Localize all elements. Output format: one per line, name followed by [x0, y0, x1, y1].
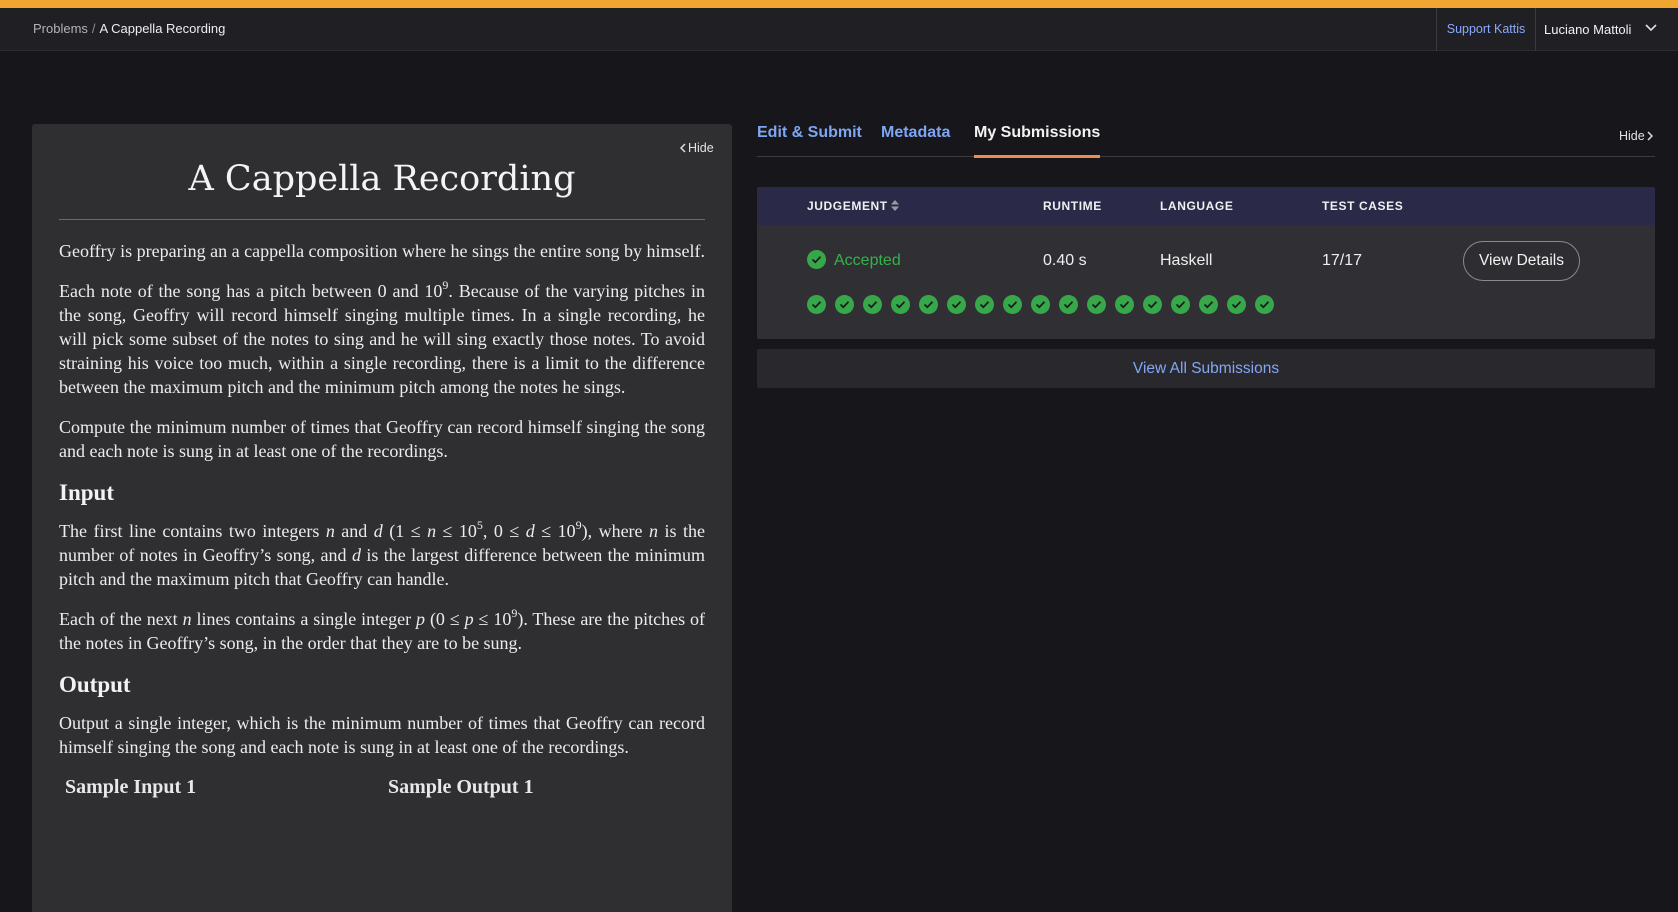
- input-heading: Input: [59, 480, 114, 505]
- check-circle-icon: [1031, 295, 1050, 314]
- chevron-left-icon: [679, 143, 686, 153]
- test-cases-column-header: TEST CASES: [1322, 199, 1404, 213]
- output-heading: Output: [59, 672, 131, 697]
- runtime-column-header: RUNTIME: [1043, 199, 1102, 213]
- check-circle-icon: [1087, 295, 1106, 314]
- check-circle-icon: [975, 295, 994, 314]
- problem-statement-panel: Hide A Cappella Recording Geoffry is pre…: [32, 124, 732, 912]
- sample-input-label: Sample Input 1: [65, 776, 197, 798]
- check-circle-icon: [919, 295, 938, 314]
- input-paragraph: The first line contains two integers n a…: [59, 518, 706, 589]
- language-value: Haskell: [1160, 252, 1213, 269]
- check-circle-icon: [863, 295, 882, 314]
- tab-metadata[interactable]: Metadata: [881, 124, 950, 155]
- problem-paragraph: Each note of the song has a pitch betwee…: [59, 278, 705, 397]
- check-circle-icon: [947, 295, 966, 314]
- tab-my-submissions[interactable]: My Submissions: [974, 124, 1101, 158]
- runtime-value: 0.40 s: [1043, 252, 1087, 269]
- check-circle-icon: [835, 295, 854, 314]
- table-row: Accepted 0.40 s Haskell 17/17 View Detai…: [757, 225, 1655, 339]
- hide-right-panel-button[interactable]: Hide: [1619, 129, 1653, 143]
- hide-problem-button[interactable]: Hide: [679, 141, 714, 155]
- sort-icon: [890, 200, 899, 211]
- check-circle-icon: [1059, 295, 1078, 314]
- title-divider: [59, 219, 705, 220]
- view-all-submissions-button[interactable]: View All Submissions: [757, 349, 1655, 388]
- check-circle-icon: [1171, 295, 1190, 314]
- breadcrumb-current: A Cappella Recording: [99, 21, 226, 36]
- table-header: JUDGEMENT RUNTIME LANGUAGE TEST CASES: [757, 187, 1655, 225]
- breadcrumb-problems-link[interactable]: Problems: [33, 21, 88, 36]
- sample-output-label: Sample Output 1: [388, 776, 534, 798]
- check-circle-icon: [1199, 295, 1218, 314]
- language-column-header: LANGUAGE: [1160, 199, 1234, 213]
- check-circle-icon: [891, 295, 910, 314]
- input-paragraph: Each of the next n lines contains a sing…: [59, 606, 705, 653]
- chevron-down-icon: [1645, 24, 1657, 32]
- problem-paragraph: Geoffry is preparing an a cappella compo…: [59, 241, 705, 261]
- support-kattis-link[interactable]: Support Kattis: [1436, 8, 1536, 51]
- view-details-button[interactable]: View Details: [1463, 241, 1580, 281]
- output-paragraph: Output a single integer, which is the mi…: [59, 713, 705, 757]
- test-cases-value: 17/17: [1322, 252, 1363, 269]
- breadcrumb-separator: /: [91, 21, 96, 36]
- check-circle-icon: [1143, 295, 1162, 314]
- judgement-status: Accepted: [834, 252, 901, 269]
- problem-paragraph: Compute the minimum number of times that…: [59, 417, 705, 461]
- check-circle-icon: [807, 250, 826, 269]
- chevron-right-icon: [1647, 131, 1653, 141]
- problem-title: A Cappella Recording: [188, 159, 576, 199]
- problem-body: Geoffry is preparing an a cappella compo…: [59, 239, 705, 805]
- breadcrumb: Problems / A Cappella Recording: [33, 21, 225, 36]
- samples-header: Sample Input 1 Sample Output 1: [59, 775, 705, 805]
- hide-label: Hide: [1619, 129, 1645, 143]
- submissions-table: JUDGEMENT RUNTIME LANGUAGE TEST CASES Ac…: [757, 187, 1655, 339]
- check-circle-icon: [1227, 295, 1246, 314]
- tab-edit-submit[interactable]: Edit & Submit: [757, 124, 862, 155]
- check-circle-icon: [1003, 295, 1022, 314]
- top-bar: Problems / A Cappella Recording Support Ka…: [0, 8, 1678, 51]
- judgement-column-header[interactable]: JUDGEMENT: [807, 199, 899, 213]
- accent-stripe: [0, 0, 1678, 8]
- user-menu[interactable]: Luciano Mattoli: [1544, 8, 1657, 51]
- right-panel-tabs: Edit & Submit Metadata My Submissions Hi…: [757, 114, 1655, 158]
- hide-label: Hide: [688, 141, 714, 155]
- check-circle-icon: [1115, 295, 1134, 314]
- check-circle-icon: [807, 295, 826, 314]
- check-circle-icon: [1255, 295, 1274, 314]
- user-name: Luciano Mattoli: [1544, 22, 1632, 37]
